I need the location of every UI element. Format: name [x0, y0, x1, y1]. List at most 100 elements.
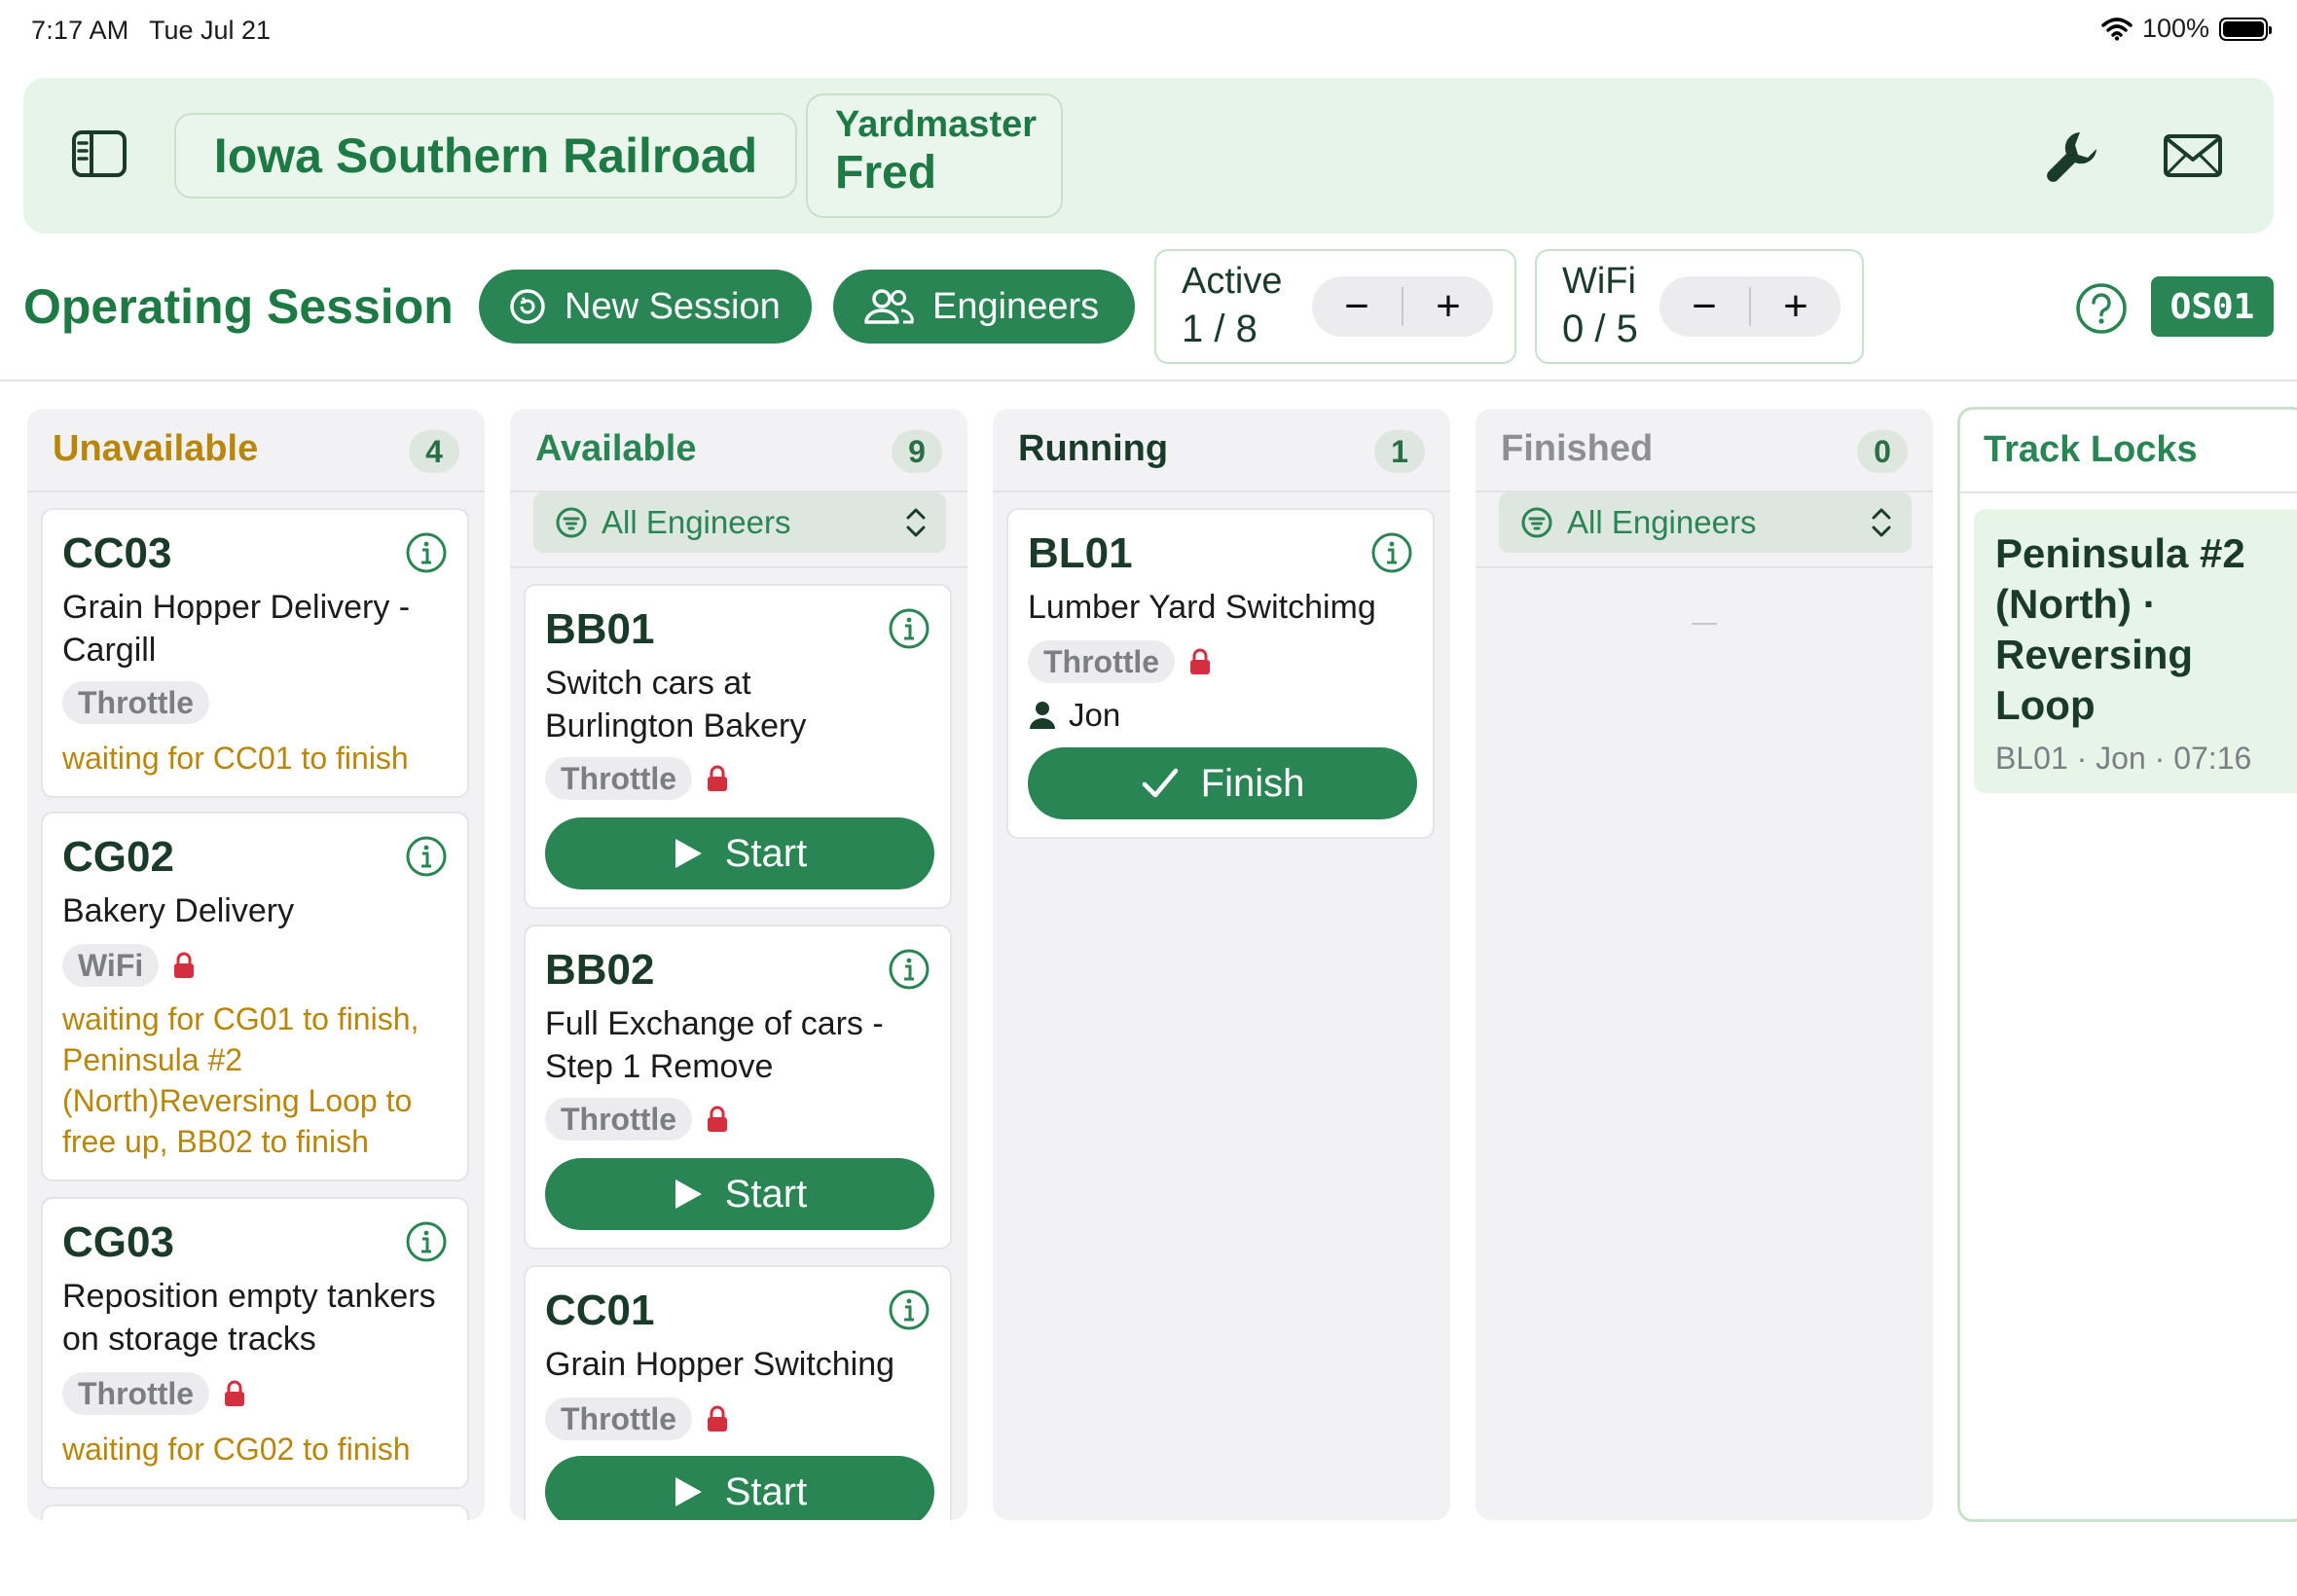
person-icon [1030, 702, 1055, 729]
active-label: Active [1182, 261, 1283, 302]
sidebar-toggle-icon[interactable] [70, 127, 128, 181]
start-button[interactable]: Start [545, 1456, 934, 1520]
engineers-label: Engineers [932, 285, 1100, 327]
job-description: Switch cars at Burlington Bakery [545, 665, 807, 744]
lock-icon [174, 952, 195, 978]
job-id: BL01 [1028, 529, 1133, 577]
column-header: Running 1 [993, 409, 1450, 492]
active-decrement-button[interactable]: − [1312, 276, 1402, 337]
wifi-stepper-control: − + [1659, 276, 1841, 337]
finish-button[interactable]: Finish [1028, 747, 1417, 819]
waiting-status: waiting for CC01 to finish [62, 741, 409, 776]
info-icon[interactable] [405, 1220, 448, 1263]
lock-icon [225, 1380, 245, 1406]
info-icon[interactable] [1370, 531, 1413, 574]
info-icon[interactable] [405, 531, 448, 574]
app-header: Iowa Southern Railroad Yardmaster Fred [23, 78, 2274, 234]
wifi-value: 0 / 5 [1562, 308, 1638, 350]
job-id: CG02 [62, 833, 174, 881]
user-role: Yardmaster [835, 104, 1038, 145]
column-count-badge: 1 [1374, 430, 1425, 473]
info-icon[interactable] [405, 835, 448, 878]
filter-icon [1521, 507, 1552, 538]
chevron-up-down-icon [906, 508, 926, 537]
play-icon [675, 1179, 702, 1209]
job-card[interactable]: BB01 Switch cars at Burlington Bakery Th… [524, 584, 952, 909]
status-date: Tue Jul 21 [149, 16, 272, 45]
start-button[interactable]: Start [545, 817, 934, 889]
session-code-badge[interactable]: OS01 [2151, 276, 2274, 337]
job-description: Full Exchange of cars - Step 1 Remove [545, 1005, 884, 1085]
engineer-filter-select[interactable]: All Engineers [533, 492, 946, 553]
engineer-filter-select[interactable]: All Engineers [1499, 492, 1912, 553]
column-finished: Finished 0 All Engineers [1476, 409, 1933, 1520]
throttle-type-tag: Throttle [62, 681, 210, 724]
info-icon[interactable] [888, 1288, 930, 1331]
throttle-type-tag: Throttle [545, 1397, 693, 1440]
job-id: CC03 [62, 529, 172, 577]
column-title: Finished [1501, 428, 1654, 469]
job-card[interactable]: CC03 Grain Hopper Delivery - Cargill Thr… [41, 508, 469, 798]
wrench-icon[interactable] [2041, 125, 2105, 189]
filter-icon [556, 507, 587, 538]
info-icon[interactable] [888, 948, 930, 991]
job-id: CG03 [62, 1218, 174, 1266]
column-header: Available 9 [510, 409, 967, 492]
help-icon[interactable] [2075, 282, 2128, 335]
user-selector[interactable]: Yardmaster Fred [806, 93, 1063, 218]
info-icon[interactable] [888, 607, 930, 650]
column-count-badge: 9 [892, 430, 942, 473]
new-session-button[interactable]: New Session [479, 270, 812, 344]
column-title: Unavailable [53, 428, 259, 469]
throttle-type-tag: Throttle [545, 757, 693, 800]
job-card[interactable]: BB02 Full Exchange of cars - Step 1 Remo… [524, 925, 952, 1250]
job-card[interactable] [41, 1505, 469, 1520]
lock-icon [708, 765, 728, 791]
status-bar: 7:17 AM Tue Jul 21 100% [0, 0, 2297, 60]
mail-icon[interactable] [2163, 128, 2223, 183]
track-locks-header: Track Locks [1960, 410, 2297, 493]
new-session-label: New Session [565, 285, 781, 327]
lock-icon [708, 1106, 728, 1132]
active-stepper-control: − + [1312, 276, 1493, 337]
job-card[interactable]: CG02 Bakery Delivery WiFi waiting for CG… [41, 812, 469, 1181]
engineers-button[interactable]: Engineers [833, 270, 1135, 344]
battery-icon [2219, 17, 2272, 41]
active-throttle-stepper: Active 1 / 8 − + [1154, 249, 1516, 364]
job-description: Lumber Yard Switchimg [1028, 589, 1376, 626]
railroad-selector[interactable]: Iowa Southern Railroad [174, 113, 797, 199]
tag-row: WiFi [62, 944, 196, 987]
throttle-type-tag: WiFi [62, 944, 160, 987]
column-title: Available [535, 428, 697, 469]
job-description: Bakery Delivery [62, 892, 295, 929]
play-icon [675, 839, 702, 868]
active-increment-button[interactable]: + [1404, 276, 1493, 337]
job-card[interactable]: CC01 Grain Hopper Switching Throttle Sta… [524, 1265, 952, 1520]
start-button[interactable]: Start [545, 1158, 934, 1230]
status-indicators: 100% [2101, 14, 2272, 44]
column-header: Unavailable 4 [27, 409, 485, 492]
filter-row: All Engineers [1476, 492, 1933, 568]
restart-icon [510, 289, 545, 324]
job-description: Grain Hopper Switching [545, 1346, 895, 1383]
job-id: BB02 [545, 946, 655, 994]
wifi-label: WiFi [1562, 261, 1636, 302]
wifi-increment-button[interactable]: + [1751, 276, 1841, 337]
track-lock-item[interactable]: Peninsula #2 (North) · Reversing Loop BL… [1974, 509, 2297, 793]
people-icon [864, 289, 914, 324]
column-header: Finished 0 [1476, 409, 1933, 492]
filter-label: All Engineers [602, 504, 791, 540]
column-count-badge: 4 [409, 430, 459, 473]
engineer-name: Jon [1069, 697, 1121, 733]
start-label: Start [724, 831, 808, 875]
locked-track-name: Peninsula #2 (North) · Reversing Loop [1995, 530, 2245, 728]
job-card[interactable]: CG03 Reposition empty tankers on storage… [41, 1197, 469, 1489]
column-title: Running [1018, 428, 1169, 469]
job-card[interactable]: BL01 Lumber Yard Switchimg Throttle Jon … [1006, 508, 1435, 839]
track-locks-title: Track Locks [1984, 429, 2198, 470]
column-count-badge: 0 [1857, 430, 1908, 473]
wifi-decrement-button[interactable]: − [1659, 276, 1749, 337]
waiting-status: waiting for CG01 to finish, Peninsula #2… [62, 1001, 419, 1159]
filter-row: All Engineers [510, 492, 967, 568]
filter-label: All Engineers [1567, 504, 1757, 540]
